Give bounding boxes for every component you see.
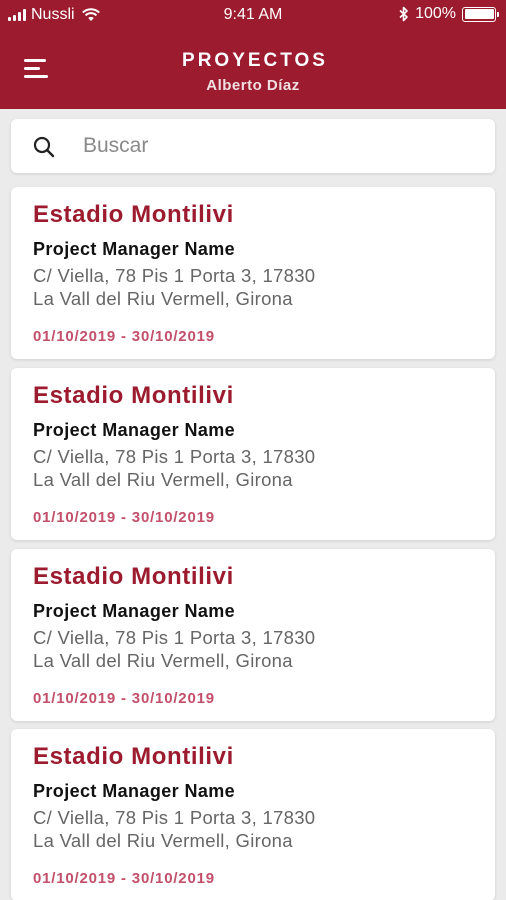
project-address-line2: La Vall del Riu Vermell, Girona [33, 650, 293, 671]
battery-icon [462, 6, 499, 22]
project-address-line2: La Vall del Riu Vermell, Girona [33, 469, 293, 490]
project-dates: 01/10/2019 - 30/10/2019 [33, 509, 215, 526]
project-card[interactable]: Estadio Montilivi Project Manager Name C… [11, 549, 495, 721]
project-dates: 01/10/2019 - 30/10/2019 [33, 328, 215, 345]
project-dates: 01/10/2019 - 30/10/2019 [33, 690, 215, 707]
project-card[interactable]: Estadio Montilivi Project Manager Name C… [11, 368, 495, 540]
project-name: Estadio Montilivi [33, 201, 234, 228]
search-bar[interactable] [11, 119, 495, 173]
project-name: Estadio Montilivi [33, 563, 234, 590]
project-address-line2: La Vall del Riu Vermell, Girona [33, 830, 293, 851]
search-input[interactable] [83, 129, 483, 163]
project-address-line1: C/ Viella, 78 Pis 1 Porta 3, 17830 [33, 446, 316, 467]
project-name: Estadio Montilivi [33, 382, 234, 409]
app-header: Nussli 9:41 AM 100% PROYECTOS Alberto Dí… [0, 0, 506, 109]
bluetooth-icon [399, 6, 408, 22]
project-name: Estadio Montilivi [33, 743, 234, 770]
page-title: PROYECTOS [182, 50, 328, 71]
search-icon [33, 136, 55, 158]
project-dates: 01/10/2019 - 30/10/2019 [33, 870, 215, 887]
project-address-line2: La Vall del Riu Vermell, Girona [33, 288, 293, 309]
battery-percent: 100% [415, 5, 456, 22]
project-address-line1: C/ Viella, 78 Pis 1 Porta 3, 17830 [33, 265, 316, 286]
project-card[interactable]: Estadio Montilivi Project Manager Name C… [11, 729, 495, 900]
project-address-line1: C/ Viella, 78 Pis 1 Porta 3, 17830 [33, 627, 316, 648]
project-manager: Project Manager Name [33, 781, 236, 801]
project-manager: Project Manager Name [33, 239, 236, 259]
header-titles: PROYECTOS Alberto Díaz [0, 50, 506, 94]
user-name: Alberto Díaz [206, 77, 300, 94]
project-address-line1: C/ Viella, 78 Pis 1 Porta 3, 17830 [33, 807, 316, 828]
project-manager: Project Manager Name [33, 420, 236, 440]
project-manager: Project Manager Name [33, 601, 236, 621]
status-bar: Nussli 9:41 AM 100% [0, 0, 506, 30]
project-card[interactable]: Estadio Montilivi Project Manager Name C… [11, 187, 495, 359]
